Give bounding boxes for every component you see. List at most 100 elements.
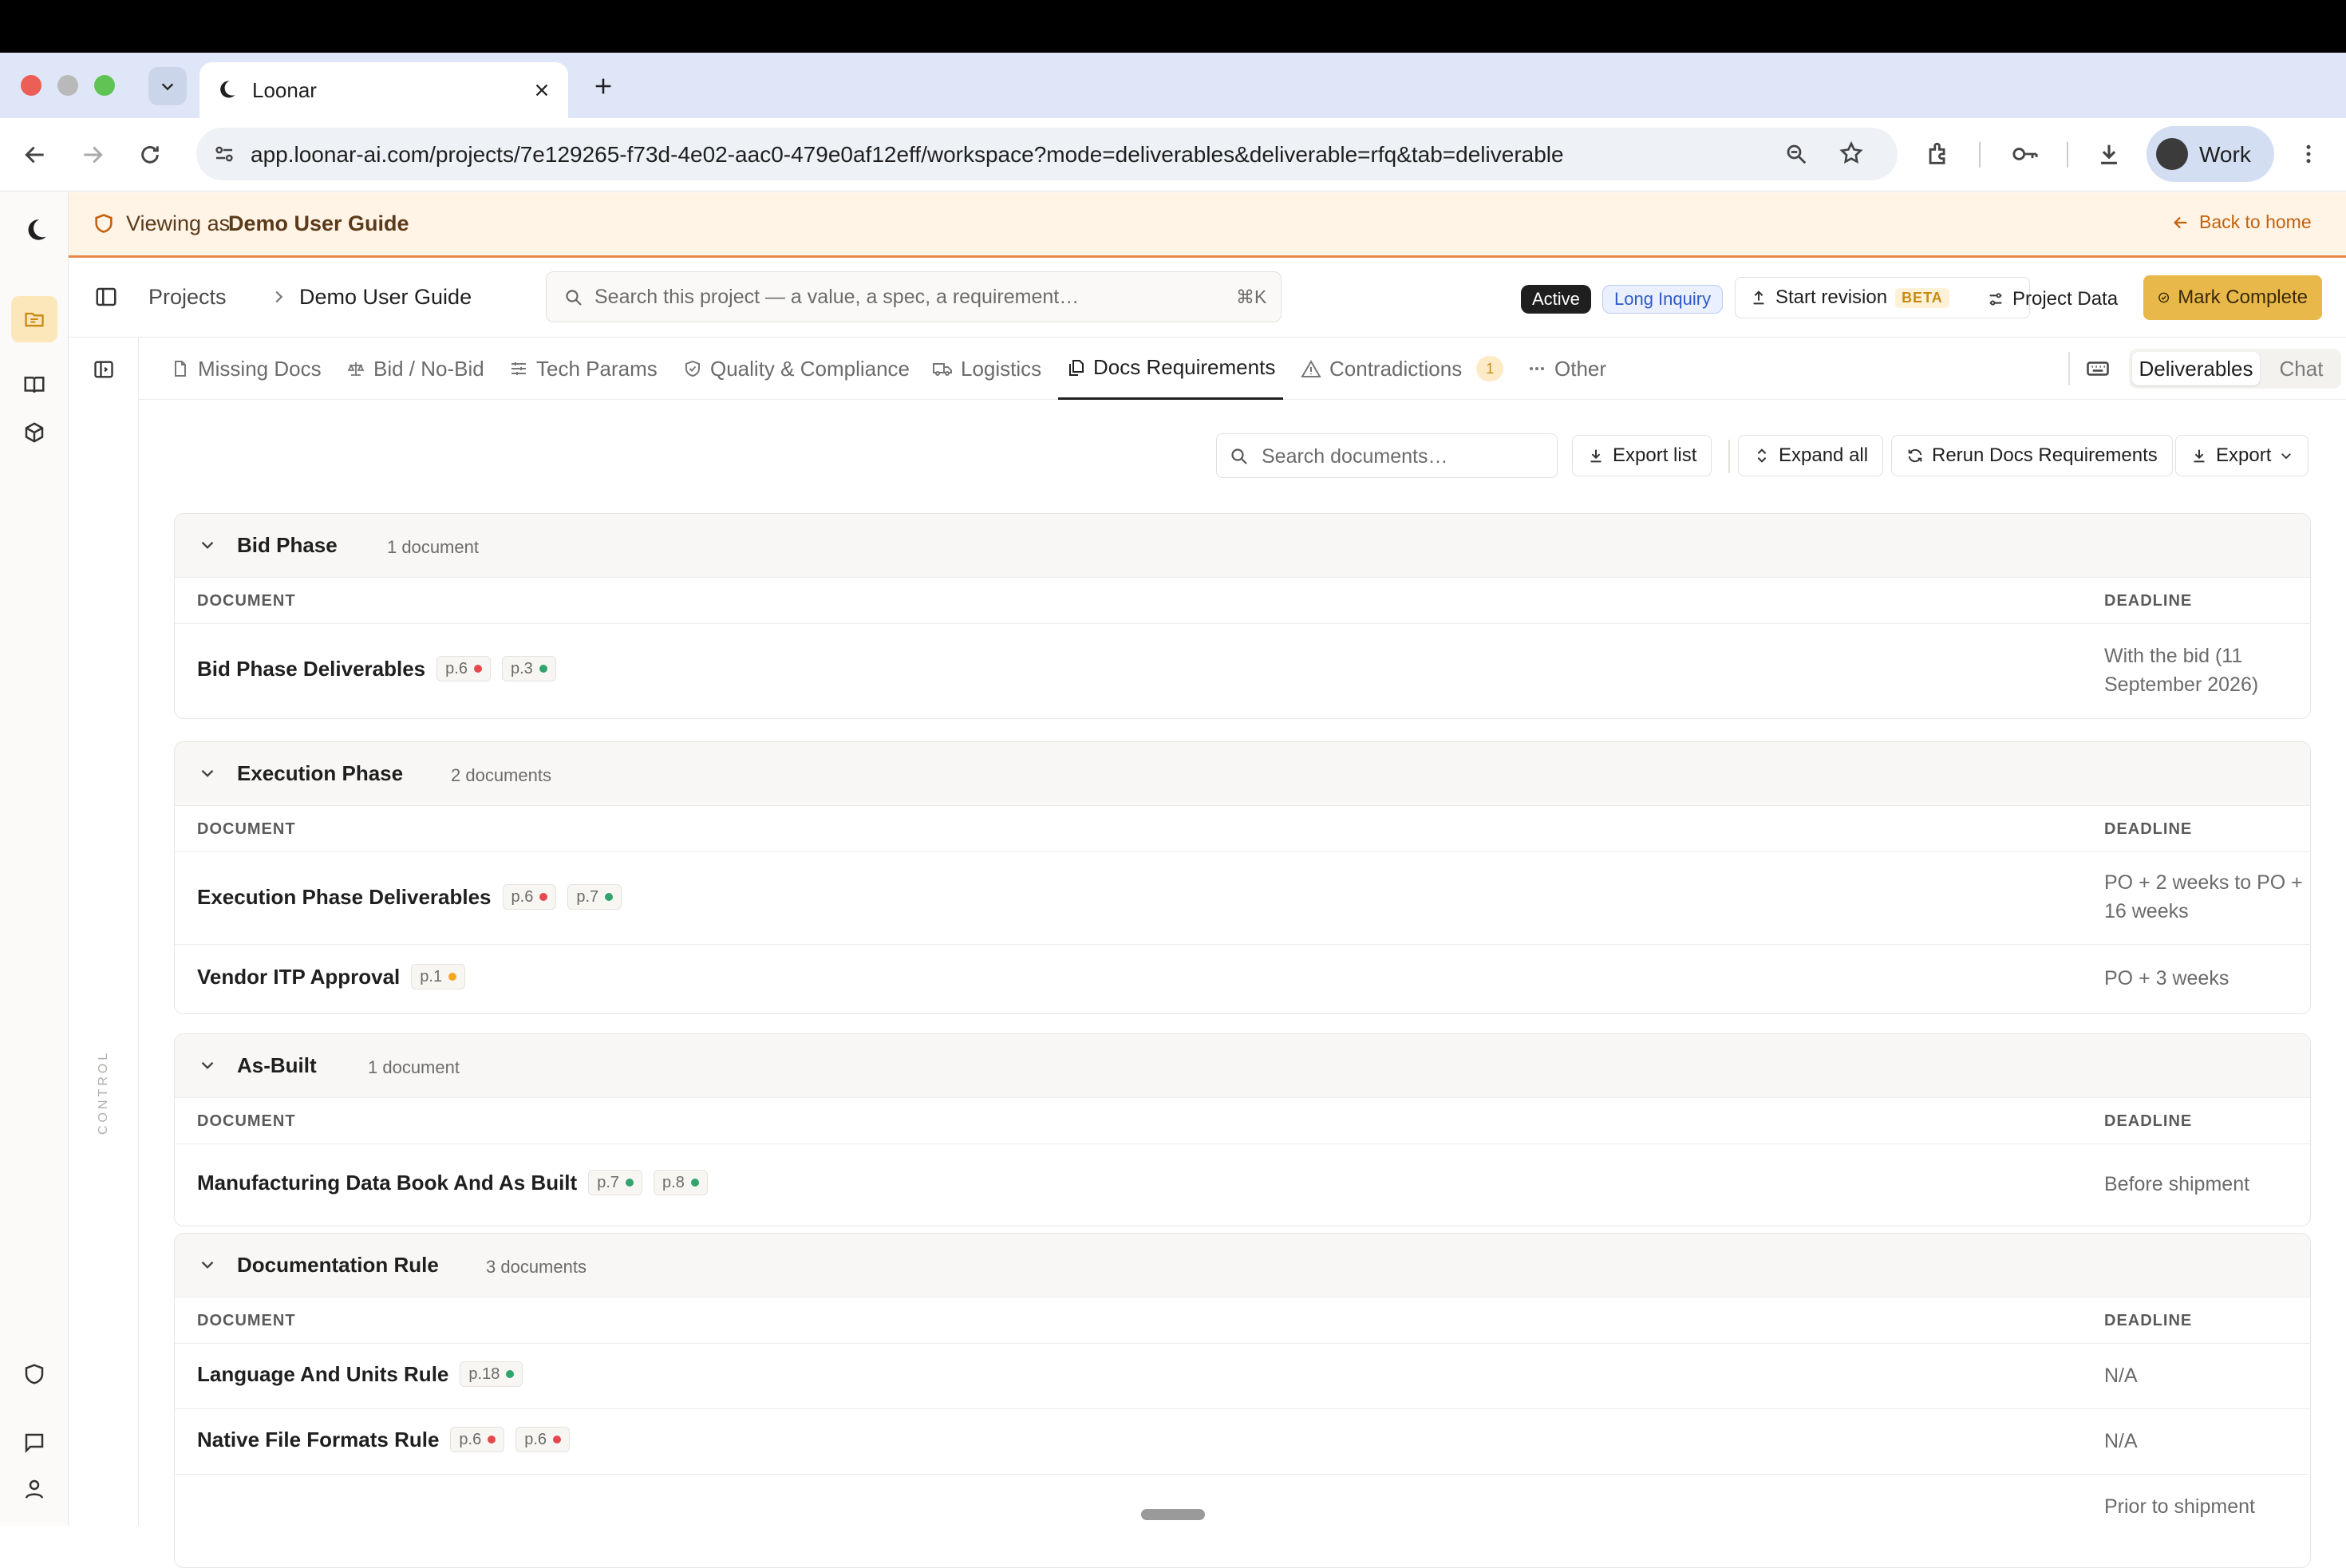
loonar-logo-icon[interactable] <box>22 216 49 243</box>
site-settings-icon[interactable] <box>212 142 236 166</box>
chevrons-up-down-icon <box>1757 448 1767 463</box>
mark-complete-button[interactable]: Mark Complete <box>2143 275 2322 320</box>
table-row[interactable]: Vendor ITP Approval p.1 PO + 3 weeks <box>175 945 2310 1013</box>
status-dot-red <box>488 1436 496 1444</box>
chat-icon[interactable] <box>22 1431 46 1455</box>
shield-icon[interactable] <box>22 1362 46 1386</box>
maximize-window-button[interactable] <box>94 75 115 96</box>
banner-user: Demo User Guide <box>228 211 409 235</box>
chevron-down-icon[interactable] <box>197 535 218 555</box>
tab-other[interactable]: Other <box>1527 338 1606 400</box>
status-dot-red <box>553 1436 562 1444</box>
rail-projects-button[interactable] <box>11 296 57 342</box>
page-ref-badge[interactable]: p.8 <box>654 1170 708 1195</box>
page-ref-badge[interactable]: p.6 <box>450 1427 505 1452</box>
table-row[interactable]: Bid Phase Deliverables p.6 p.3 With the … <box>175 624 2310 718</box>
back-icon[interactable] <box>22 142 48 168</box>
browser-menu-icon[interactable] <box>2297 140 2320 168</box>
profile-button[interactable]: Work <box>2147 126 2274 182</box>
page-ref-badge[interactable]: p.7 <box>588 1170 643 1195</box>
breadcrumb-project[interactable]: Demo User Guide <box>299 285 472 310</box>
expand-all-button[interactable]: Expand all <box>1738 435 1884 476</box>
tab-logistics[interactable]: Logistics <box>932 338 1041 400</box>
section-header[interactable]: As-Built 1 document <box>175 1034 2310 1098</box>
expand-panel-icon[interactable] <box>93 358 115 381</box>
tab-list-dropdown[interactable] <box>148 67 187 105</box>
chat-toggle[interactable]: Chat <box>2269 352 2333 385</box>
project-search-input[interactable]: Search this project — a value, a spec, a… <box>546 271 1282 322</box>
package-icon[interactable] <box>22 421 46 444</box>
column-deadline: DEADLINE <box>2104 1112 2193 1130</box>
export-list-button[interactable]: Export list <box>1572 435 1712 476</box>
chevron-right-icon <box>275 290 283 303</box>
bookmark-star-icon[interactable] <box>1838 140 1864 166</box>
address-bar[interactable]: app.loonar-ai.com/projects/7e129265-f73d… <box>196 128 1898 180</box>
deliverables-toggle[interactable]: Deliverables <box>2132 352 2260 385</box>
page-ref-badge[interactable]: p.3 <box>501 656 556 681</box>
section-header[interactable]: Bid Phase 1 document <box>175 514 2310 578</box>
page-ref-label: p.6 <box>459 1430 482 1448</box>
left-rail <box>0 192 69 1526</box>
close-window-button[interactable] <box>21 75 41 96</box>
scroll-handle[interactable] <box>1141 1509 1205 1520</box>
url-text: app.loonar-ai.com/projects/7e129265-f73d… <box>251 142 1564 167</box>
page-ref-badge[interactable]: p.7 <box>567 884 622 910</box>
page-ref-badge[interactable]: p.6 <box>515 1427 571 1452</box>
reload-icon[interactable] <box>137 142 163 168</box>
chevron-down-icon[interactable] <box>197 763 218 784</box>
new-tab-icon[interactable] <box>592 75 614 97</box>
page-ref-badge[interactable]: p.18 <box>460 1361 523 1387</box>
document-name-cell: Native File Formats Rule p.6 p.6 <box>197 1427 571 1452</box>
tab-docs-requirements[interactable]: Docs Requirements <box>1058 338 1284 400</box>
export-dropdown-button[interactable]: Export <box>2175 435 2309 476</box>
sidebar-toggle-icon[interactable] <box>94 285 118 309</box>
chevron-down-icon[interactable] <box>197 1254 218 1275</box>
chevron-down-icon[interactable] <box>197 1055 218 1076</box>
rerun-docs-requirements-button[interactable]: Rerun Docs Requirements <box>1891 435 2173 476</box>
section-count: 3 documents <box>486 1257 586 1277</box>
tab-quality-compliance[interactable]: Quality & Compliance <box>683 338 910 400</box>
page-ref-label: p.7 <box>576 887 599 906</box>
user-icon[interactable] <box>22 1477 46 1501</box>
section-documentation-rule: Documentation Rule 3 documents DOCUMENT … <box>174 1233 2311 1568</box>
section-title: As-Built <box>237 1053 317 1077</box>
start-revision-button[interactable]: Start revision BETA <box>1735 277 2030 318</box>
tab-contradictions[interactable]: Contradictions 1 <box>1301 338 1504 400</box>
table-row[interactable]: Prior to shipment <box>175 1475 2310 1540</box>
forward-icon[interactable] <box>80 142 105 168</box>
page-ref-label: p.1 <box>420 967 443 985</box>
table-row[interactable]: Manufacturing Data Book And As Built p.7… <box>175 1144 2310 1226</box>
page-ref-badge[interactable]: p.6 <box>502 884 557 910</box>
page-ref-label: p.8 <box>662 1173 685 1191</box>
table-row[interactable]: Native File Formats Rule p.6 p.6 N/A <box>175 1409 2310 1475</box>
page-ref-badge[interactable]: p.1 <box>411 964 466 989</box>
page-ref-label: p.3 <box>510 659 533 677</box>
keyboard-icon[interactable] <box>2086 357 2110 381</box>
table-row[interactable]: Execution Phase Deliverables p.6 p.7 PO … <box>175 852 2310 945</box>
tab-label: Logistics <box>961 356 1042 381</box>
extensions-icon[interactable] <box>1925 140 1952 168</box>
zoom-icon[interactable] <box>1784 142 1808 166</box>
section-title: Execution Phase <box>237 761 404 785</box>
table-row[interactable]: Language And Units Rule p.18 N/A <box>175 1344 2310 1409</box>
download-icon[interactable] <box>2095 140 2123 168</box>
document-search-input[interactable]: Search documents… <box>1216 433 1558 478</box>
password-key-icon[interactable] <box>2011 140 2040 168</box>
minimize-window-button[interactable] <box>57 75 78 96</box>
tab-bid-no-bid[interactable]: Bid / No-Bid <box>346 338 484 400</box>
project-data-button[interactable]: Project Data <box>1987 288 2118 310</box>
tab-missing-docs[interactable]: Missing Docs <box>171 338 322 400</box>
tab-label: Quality & Compliance <box>710 356 910 381</box>
breadcrumb-projects[interactable]: Projects <box>148 285 227 310</box>
section-header[interactable]: Execution Phase 2 documents <box>175 742 2310 806</box>
beta-badge: BETA <box>1895 287 1949 308</box>
page-ref-badge[interactable]: p.6 <box>436 656 491 681</box>
back-to-home-link[interactable]: Back to home <box>2172 211 2312 233</box>
close-tab-icon[interactable] <box>533 81 551 99</box>
book-icon[interactable] <box>22 373 46 397</box>
deadline-cell: PO + 2 weeks to PO + 16 weeks <box>2104 871 2303 922</box>
browser-tab[interactable]: Loonar <box>199 62 568 118</box>
control-label: CONTROL <box>97 1049 110 1135</box>
section-header[interactable]: Documentation Rule 3 documents <box>175 1234 2310 1297</box>
tab-tech-params[interactable]: Tech Params <box>509 338 658 400</box>
